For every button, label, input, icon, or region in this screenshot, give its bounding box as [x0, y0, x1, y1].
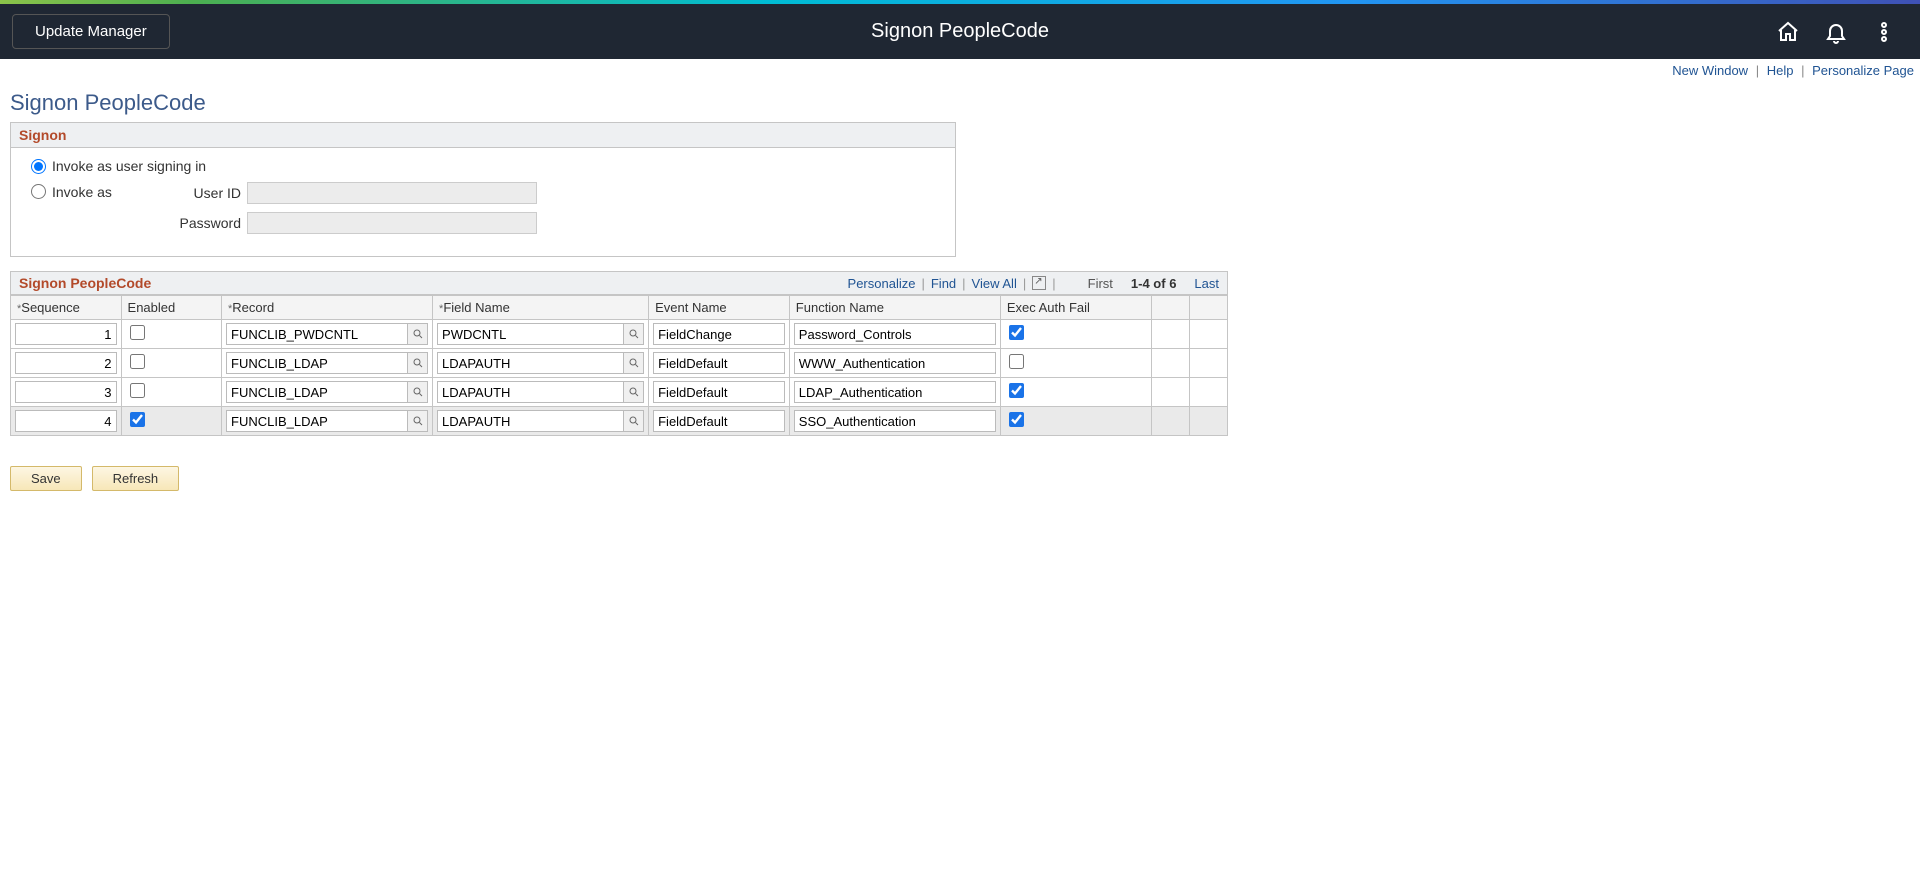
- col-add-row: [1151, 296, 1189, 320]
- col-exec-auth-fail[interactable]: Exec Auth Fail: [1000, 296, 1151, 320]
- help-link[interactable]: Help: [1767, 63, 1794, 78]
- invoke-as-label: Invoke as: [52, 184, 172, 200]
- lookup-icon[interactable]: [624, 410, 644, 432]
- page-header-title: Signon PeopleCode: [871, 20, 1049, 43]
- event-name-input[interactable]: [653, 410, 785, 432]
- lookup-icon[interactable]: [408, 410, 428, 432]
- personalize-page-link[interactable]: Personalize Page: [1812, 63, 1914, 78]
- exec-auth-fail-checkbox[interactable]: [1009, 325, 1024, 340]
- sequence-input[interactable]: [15, 381, 117, 403]
- sequence-input[interactable]: [15, 410, 117, 432]
- sequence-input[interactable]: [15, 352, 117, 374]
- separator: |: [1801, 63, 1804, 78]
- field-name-input[interactable]: [437, 381, 624, 403]
- content-area: Signon PeopleCode Signon Invoke as user …: [0, 82, 1920, 499]
- enabled-checkbox[interactable]: [130, 383, 145, 398]
- record-input[interactable]: [226, 381, 408, 403]
- lookup-icon[interactable]: [408, 352, 428, 374]
- event-name-input[interactable]: [653, 323, 785, 345]
- new-window-link[interactable]: New Window: [1672, 63, 1748, 78]
- header-icons: [1776, 20, 1908, 44]
- enabled-checkbox[interactable]: [130, 354, 145, 369]
- bell-icon[interactable]: [1824, 20, 1848, 44]
- table-row: [11, 407, 1228, 436]
- save-button[interactable]: Save: [10, 466, 82, 491]
- function-name-input[interactable]: [794, 381, 996, 403]
- separator: |: [1756, 63, 1759, 78]
- function-name-input[interactable]: [794, 323, 996, 345]
- zoom-icon[interactable]: [1032, 276, 1046, 290]
- grid-last-link[interactable]: Last: [1194, 276, 1219, 291]
- password-label: Password: [161, 215, 241, 231]
- user-id-label: User ID: [161, 185, 241, 201]
- refresh-button[interactable]: Refresh: [92, 466, 180, 491]
- col-record[interactable]: Record: [222, 296, 433, 320]
- lookup-icon[interactable]: [624, 381, 644, 403]
- lookup-icon[interactable]: [408, 381, 428, 403]
- table-row: [11, 378, 1228, 407]
- sequence-input[interactable]: [15, 323, 117, 345]
- function-name-input[interactable]: [794, 410, 996, 432]
- invoke-signing-in-radio[interactable]: [31, 159, 46, 174]
- invoke-as-radio[interactable]: [31, 184, 46, 199]
- home-icon[interactable]: [1776, 20, 1800, 44]
- record-input[interactable]: [226, 352, 408, 374]
- signon-groupbox-title: Signon: [11, 123, 955, 148]
- exec-auth-fail-checkbox[interactable]: [1009, 354, 1024, 369]
- page-title: Signon PeopleCode: [10, 90, 1910, 116]
- field-name-input[interactable]: [437, 410, 624, 432]
- function-name-input[interactable]: [794, 352, 996, 374]
- col-function-name[interactable]: Function Name: [789, 296, 1000, 320]
- event-name-input[interactable]: [653, 352, 785, 374]
- table-row: [11, 349, 1228, 378]
- kebab-menu-icon[interactable]: [1872, 20, 1896, 44]
- grid-range-label: 1-4 of 6: [1131, 276, 1177, 291]
- record-input[interactable]: [226, 323, 408, 345]
- exec-auth-fail-checkbox[interactable]: [1009, 383, 1024, 398]
- event-name-input[interactable]: [653, 381, 785, 403]
- grid-title: Signon PeopleCode: [19, 275, 151, 291]
- grid-view-all-link[interactable]: View All: [972, 276, 1017, 291]
- top-links-row: New Window | Help | Personalize Page: [0, 59, 1920, 82]
- enabled-checkbox[interactable]: [130, 325, 145, 340]
- signon-groupbox: Signon Invoke as user signing in Invoke …: [10, 122, 956, 257]
- field-name-input[interactable]: [437, 352, 624, 374]
- col-sequence[interactable]: Sequence: [11, 296, 122, 320]
- table-row: [11, 320, 1228, 349]
- enabled-checkbox[interactable]: [130, 412, 145, 427]
- col-enabled[interactable]: Enabled: [121, 296, 221, 320]
- record-input[interactable]: [226, 410, 408, 432]
- invoke-signing-in-label: Invoke as user signing in: [52, 158, 206, 174]
- exec-auth-fail-checkbox[interactable]: [1009, 412, 1024, 427]
- lookup-icon[interactable]: [624, 352, 644, 374]
- password-input[interactable]: [247, 212, 537, 234]
- lookup-icon[interactable]: [408, 323, 428, 345]
- header-bar: Update Manager Signon PeopleCode: [0, 4, 1920, 59]
- col-field-name[interactable]: Field Name: [433, 296, 649, 320]
- signon-peoplecode-grid: Signon PeopleCode Personalize | Find | V…: [10, 271, 1228, 436]
- update-manager-button[interactable]: Update Manager: [12, 14, 170, 49]
- grid-first-link[interactable]: First: [1088, 276, 1113, 291]
- col-event-name[interactable]: Event Name: [649, 296, 790, 320]
- col-delete-row: [1189, 296, 1227, 320]
- lookup-icon[interactable]: [624, 323, 644, 345]
- user-id-input[interactable]: [247, 182, 537, 204]
- grid-find-link[interactable]: Find: [931, 276, 956, 291]
- grid-personalize-link[interactable]: Personalize: [848, 276, 916, 291]
- button-row: Save Refresh: [10, 466, 1910, 491]
- field-name-input[interactable]: [437, 323, 624, 345]
